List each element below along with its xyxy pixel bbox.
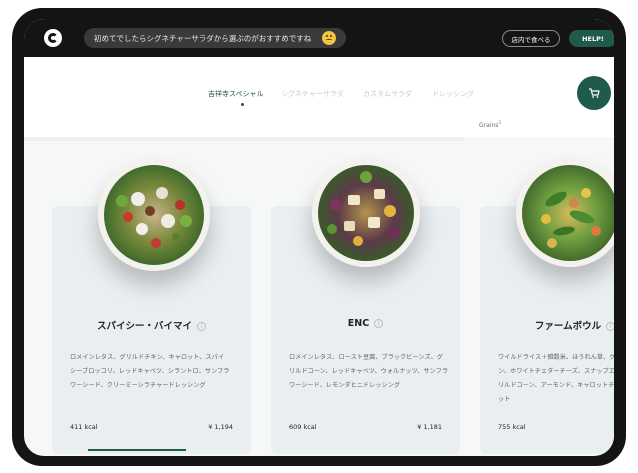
product-name: ENC i xyxy=(271,318,460,329)
hint-text: 初めてでしたらシグネチャーサラダから選ぶのがおすすめですね xyxy=(94,33,312,43)
info-icon[interactable]: i xyxy=(197,322,206,331)
product-description: ワイルドライス＋雑穀米、ほうれん草、グリルドチキン、ホワイトチェダーチーズ、スナ… xyxy=(498,354,614,403)
product-calories: 609 kcal xyxy=(289,423,317,431)
hint-bubble: 初めてでしたらシグネチャーサラダから選ぶのがおすすめですね xyxy=(84,28,346,48)
tab-kichijoji-special[interactable]: 吉祥寺スペシャル xyxy=(208,89,264,99)
carousel-progress-bar xyxy=(88,449,186,451)
cart-icon xyxy=(589,88,600,98)
section-label-grains: Grains3 xyxy=(479,120,501,129)
product-description: ロメインレタス、グリルドチキン、キャロット、スパイシーブロッコリ、レッドキャベツ… xyxy=(70,354,230,389)
app-screen: 初めてでしたらシグネチャーサラダから選ぶのがおすすめですね 店内で食べる HEL… xyxy=(24,19,614,456)
category-nav: 吉祥寺スペシャル シグネチャーサラダ カスタムサラダ ドレッシング xyxy=(24,57,614,137)
product-calories: 755 kcal xyxy=(498,423,526,431)
tab-dressing[interactable]: ドレッシング xyxy=(432,89,474,99)
salad-photo xyxy=(98,159,210,271)
salad-photo xyxy=(312,159,420,267)
product-name: ファームボウル i xyxy=(480,318,614,332)
help-button[interactable]: HELP! xyxy=(569,30,614,47)
tab-custom-salad[interactable]: カスタムサラダ xyxy=(363,89,412,99)
info-icon[interactable]: i xyxy=(374,319,384,328)
smiling-face-icon xyxy=(322,31,336,45)
product-price: ¥ 1,194 xyxy=(208,423,233,431)
tab-signature-salad[interactable]: シグネチャーサラダ xyxy=(281,89,344,99)
info-icon[interactable]: i xyxy=(606,322,614,331)
tablet-frame: 初めてでしたらシグネチャーサラダから選ぶのがおすすめですね 店内で食べる HEL… xyxy=(12,8,626,466)
active-tab-indicator xyxy=(241,103,244,106)
cart-button[interactable] xyxy=(577,76,611,110)
eat-in-button[interactable]: 店内で食べる xyxy=(502,30,560,47)
product-name: スパイシー・バイマイ i xyxy=(52,318,251,332)
product-calories: 411 kcal xyxy=(70,423,98,431)
product-price: ¥ 1,181 xyxy=(417,423,442,431)
nav-divider xyxy=(24,137,464,141)
brand-logo-icon xyxy=(44,29,62,47)
top-bar: 初めてでしたらシグネチャーサラダから選ぶのがおすすめですね 店内で食べる HEL… xyxy=(24,19,614,57)
salad-photo xyxy=(516,159,614,267)
product-description: ロメインレタス、ロースト豆腐、ブラックビーンズ、グリルドコーン、レッドキャベツ、… xyxy=(289,354,449,389)
